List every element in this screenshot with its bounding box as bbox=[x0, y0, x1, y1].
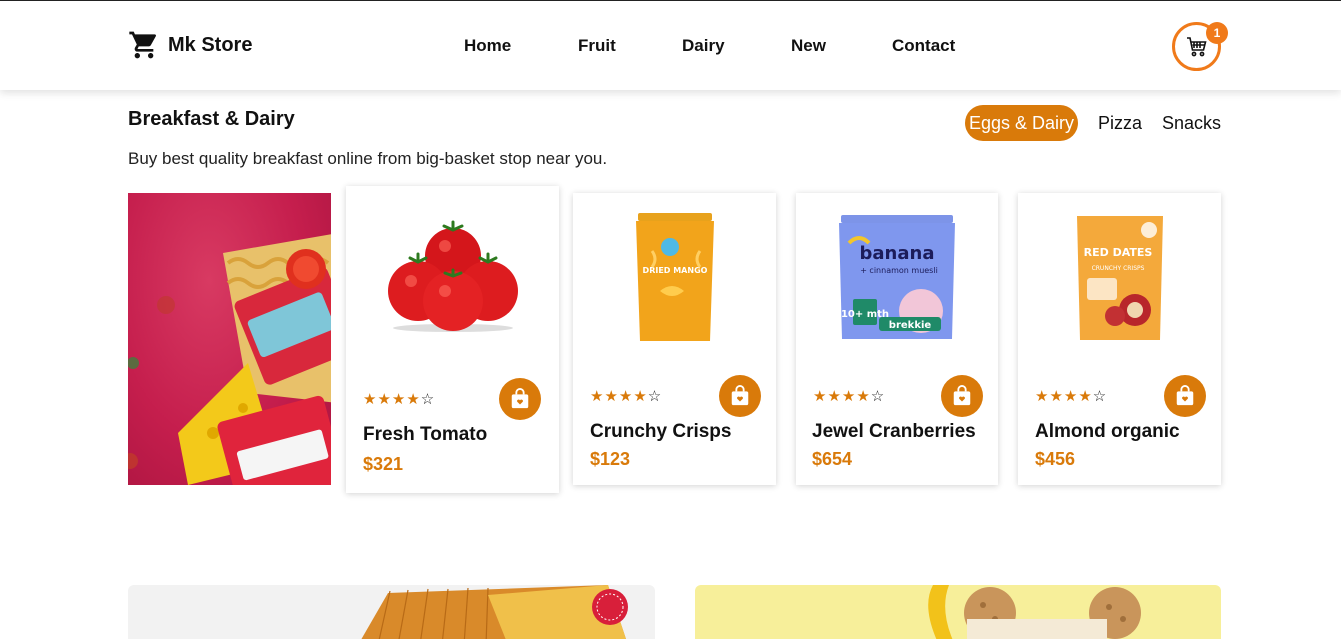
banana-muesli-pouch-illustration: banana + cinnamon muesli 10+ mth brekkie bbox=[839, 215, 955, 339]
brand-logo[interactable]: Mk Store bbox=[128, 29, 252, 61]
tomato-illustration bbox=[387, 220, 518, 332]
product-image bbox=[346, 186, 559, 366]
pouch-label: RED DATES bbox=[1083, 246, 1152, 259]
pouch-sublabel: CRUNCHY CRISPS bbox=[1091, 265, 1144, 272]
nav-new[interactable]: New bbox=[791, 36, 826, 56]
product-name: Almond organic bbox=[1035, 421, 1180, 442]
product-image: banana + cinnamon muesli 10+ mth brekkie bbox=[796, 193, 998, 363]
product-card-crunchy-crisps[interactable]: DRIED MANGO ★★★★☆ Crunchy Crisps $123 bbox=[573, 193, 776, 485]
rating-stars: ★★★★☆ bbox=[813, 388, 886, 405]
cookies-promo-banner[interactable] bbox=[695, 585, 1221, 639]
shopping-bag-icon bbox=[731, 385, 749, 406]
shopping-bag-icon bbox=[511, 388, 529, 409]
tab-eggs-dairy[interactable]: Eggs & Dairy bbox=[965, 105, 1078, 141]
pouch-label: DRIED MANGO bbox=[642, 266, 707, 275]
tab-snacks[interactable]: Snacks bbox=[1162, 105, 1221, 141]
product-name: Fresh Tomato bbox=[363, 424, 488, 445]
product-card-almond-organic[interactable]: RED DATES CRUNCHY CRISPS ★★★★☆ Almond or… bbox=[1018, 193, 1221, 485]
cart-count-badge: 1 bbox=[1206, 22, 1228, 44]
product-price: $654 bbox=[812, 449, 853, 469]
red-dates-pouch-illustration: RED DATES CRUNCHY CRISPS bbox=[1076, 216, 1163, 340]
cart-icon bbox=[129, 31, 156, 59]
pouch-sublabel: + cinnamon muesli bbox=[860, 266, 938, 275]
add-to-bag-button[interactable] bbox=[499, 378, 541, 420]
rating-stars: ★★★★☆ bbox=[1035, 388, 1108, 405]
nav-contact[interactable]: Contact bbox=[892, 36, 955, 56]
add-to-bag-button[interactable] bbox=[941, 375, 983, 417]
product-price: $321 bbox=[363, 454, 404, 474]
product-image: RED DATES CRUNCHY CRISPS bbox=[1018, 193, 1221, 363]
pouch-label: banana bbox=[860, 243, 935, 264]
shopping-cart-icon bbox=[1186, 36, 1207, 56]
product-name: Jewel Cranberries bbox=[812, 421, 976, 442]
top-navbar: Mk Store Home Fruit Dairy New Contact 1 bbox=[0, 0, 1341, 90]
product-card-jewel-cranberries[interactable]: banana + cinnamon muesli 10+ mth brekkie… bbox=[796, 193, 998, 485]
dried-mango-pouch-illustration: DRIED MANGO bbox=[635, 212, 714, 341]
product-image: DRIED MANGO bbox=[573, 193, 776, 363]
pasta-illustration bbox=[361, 585, 628, 639]
rating-stars: ★★★★☆ bbox=[590, 388, 663, 405]
shopping-bag-icon bbox=[1176, 385, 1194, 406]
nav-home[interactable]: Home bbox=[464, 36, 511, 56]
product-name: Crunchy Crisps bbox=[590, 421, 732, 442]
nav-fruit[interactable]: Fruit bbox=[578, 36, 616, 56]
add-to-bag-button[interactable] bbox=[719, 375, 761, 417]
cookies-illustration bbox=[928, 585, 1141, 639]
promo-banner-image[interactable] bbox=[128, 193, 331, 485]
section-title: Breakfast & Dairy bbox=[128, 108, 295, 130]
product-price: $456 bbox=[1035, 449, 1076, 469]
add-to-bag-button[interactable] bbox=[1164, 375, 1206, 417]
pasta-promo-banner[interactable] bbox=[128, 585, 655, 639]
pouch-brand: brekkie bbox=[889, 320, 932, 331]
section-subtitle: Buy best quality breakfast online from b… bbox=[128, 149, 608, 168]
rating-stars: ★★★★☆ bbox=[363, 391, 436, 408]
noodles-promo-illustration bbox=[128, 234, 331, 485]
tab-pizza[interactable]: Pizza bbox=[1098, 105, 1142, 141]
shopping-bag-icon bbox=[953, 385, 971, 406]
brand-name: Mk Store bbox=[168, 33, 253, 56]
product-price: $123 bbox=[590, 449, 631, 469]
nav-dairy[interactable]: Dairy bbox=[682, 36, 725, 56]
product-card-fresh-tomato[interactable]: ★★★★☆ Fresh Tomato $321 bbox=[346, 186, 559, 493]
